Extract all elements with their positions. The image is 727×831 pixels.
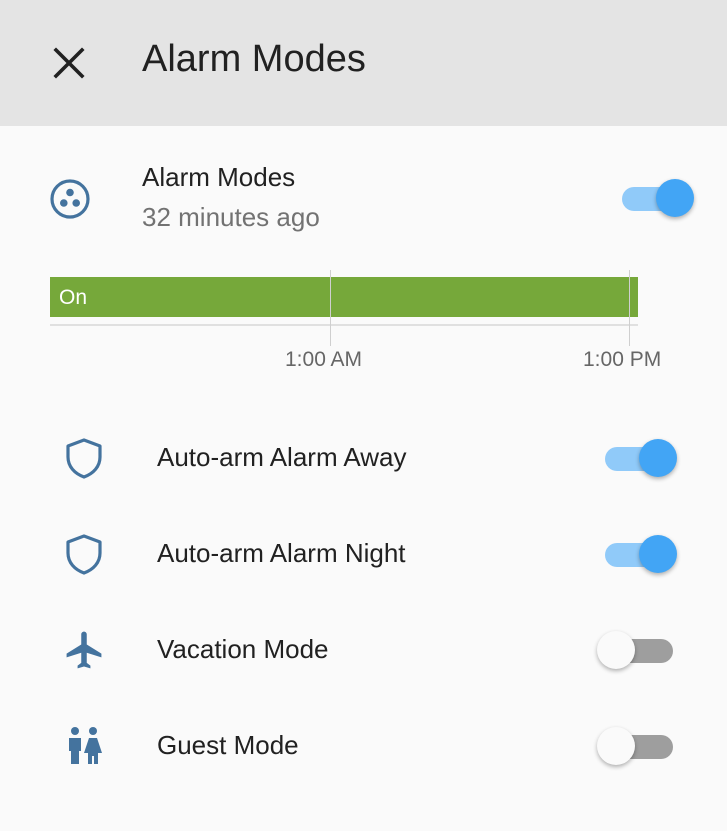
close-icon (53, 47, 85, 79)
toggle-thumb (597, 727, 635, 765)
auto-arm-night-toggle[interactable] (605, 532, 681, 576)
shield-icon (62, 436, 106, 480)
entity-label: Vacation Mode (157, 634, 329, 664)
timeline-axis (50, 324, 638, 326)
toggle-thumb (639, 535, 677, 573)
entity-label: Guest Mode (157, 730, 299, 760)
airplane-icon (62, 628, 106, 672)
vacation-mode-toggle[interactable] (597, 628, 681, 672)
toggle-thumb (597, 631, 635, 669)
entity-label: Auto-arm Alarm Away (157, 442, 407, 472)
history-timeline: On 1:00 AM 1:00 PM (50, 268, 680, 378)
state-bar-on[interactable] (50, 277, 638, 317)
close-button[interactable] (42, 36, 96, 90)
entity-row-vacation-mode: Vacation Mode (0, 602, 727, 698)
tick-label-1pm: 1:00 PM (583, 348, 662, 371)
entity-label: Auto-arm Alarm Night (157, 538, 406, 568)
gridline-1pm (629, 270, 630, 346)
gridline-1am (330, 270, 331, 346)
entity-summary: Alarm Modes 32 minutes ago (0, 126, 727, 246)
shield-icon (62, 532, 106, 576)
auto-arm-away-toggle[interactable] (605, 436, 681, 480)
state-bar-label: On (59, 286, 88, 309)
entity-row-guest-mode: Guest Mode (0, 698, 727, 794)
alarm-modes-icon (49, 178, 91, 220)
dialog-title: Alarm Modes (142, 38, 366, 80)
tick-label-1am: 1:00 AM (285, 348, 363, 371)
toggle-thumb (656, 179, 694, 217)
entity-row-auto-arm-away: Auto-arm Alarm Away (0, 410, 727, 506)
last-changed: 32 minutes ago (142, 202, 320, 232)
alarm-modes-toggle[interactable] (622, 176, 698, 220)
guest-mode-toggle[interactable] (597, 724, 681, 768)
entity-name: Alarm Modes (142, 162, 296, 192)
dialog-header: Alarm Modes (0, 0, 727, 126)
toggle-thumb (639, 439, 677, 477)
entity-row-auto-arm-night: Auto-arm Alarm Night (0, 506, 727, 602)
guests-icon (62, 724, 106, 768)
